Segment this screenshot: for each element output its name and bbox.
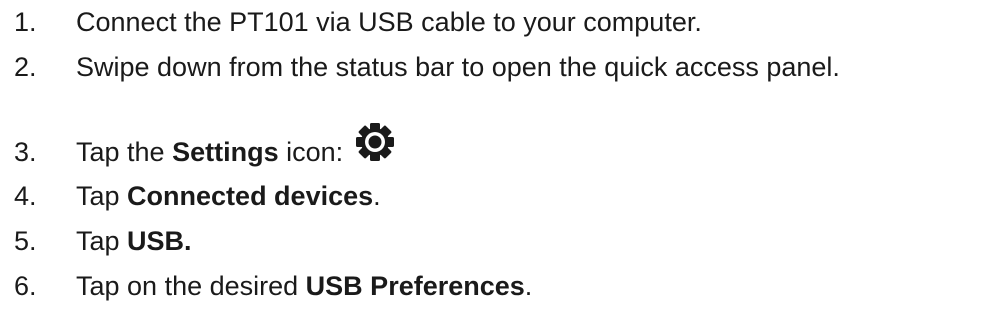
- list-item: 6. Tap on the desired USB Preferences .: [0, 266, 984, 306]
- usb-preferences-label: USB Preferences: [305, 270, 525, 301]
- step-number: 1.: [14, 6, 37, 37]
- step-text-suffix: icon:: [278, 136, 344, 167]
- step-text: Tap USB.: [76, 225, 192, 256]
- list-item: 4. Tap Connected devices .: [0, 176, 984, 216]
- connected-devices-label: Connected devices: [127, 180, 374, 211]
- step-text: Swipe down from the status bar to open t…: [76, 51, 840, 82]
- step-number: 2.: [14, 51, 37, 82]
- list-item: 2. Swipe down from the status bar to ope…: [0, 47, 984, 87]
- step-text-suffix: .: [373, 180, 381, 211]
- instruction-list: 1. Connect the PT101 via USB cable to yo…: [0, 0, 984, 328]
- step-text-prefix: Tap: [76, 225, 128, 256]
- step-text: Tap the Settings icon:: [76, 123, 395, 172]
- usb-label: USB.: [127, 225, 192, 256]
- settings-label: Settings: [172, 136, 279, 167]
- step-text-prefix: Tap the: [76, 136, 173, 167]
- step-number: 3.: [14, 136, 37, 167]
- step-text-prefix: Tap: [76, 180, 128, 211]
- step-number: 5.: [14, 225, 37, 256]
- step-number: 6.: [14, 270, 37, 301]
- step-text: Connect the PT101 via USB cable to your …: [76, 6, 702, 37]
- step-text-prefix: Tap on the desired: [76, 270, 306, 301]
- step-text: Tap on the desired USB Preferences .: [76, 270, 533, 301]
- step-text-suffix: .: [524, 270, 533, 301]
- list-item: 1. Connect the PT101 via USB cable to yo…: [0, 2, 984, 42]
- step-number: 4.: [14, 180, 37, 211]
- settings-gear-icon: [355, 122, 395, 162]
- list-item: 3. Tap the Settings icon:: [0, 123, 984, 172]
- list-item: 5. Tap USB.: [0, 221, 984, 261]
- step-text: Tap Connected devices .: [76, 180, 381, 211]
